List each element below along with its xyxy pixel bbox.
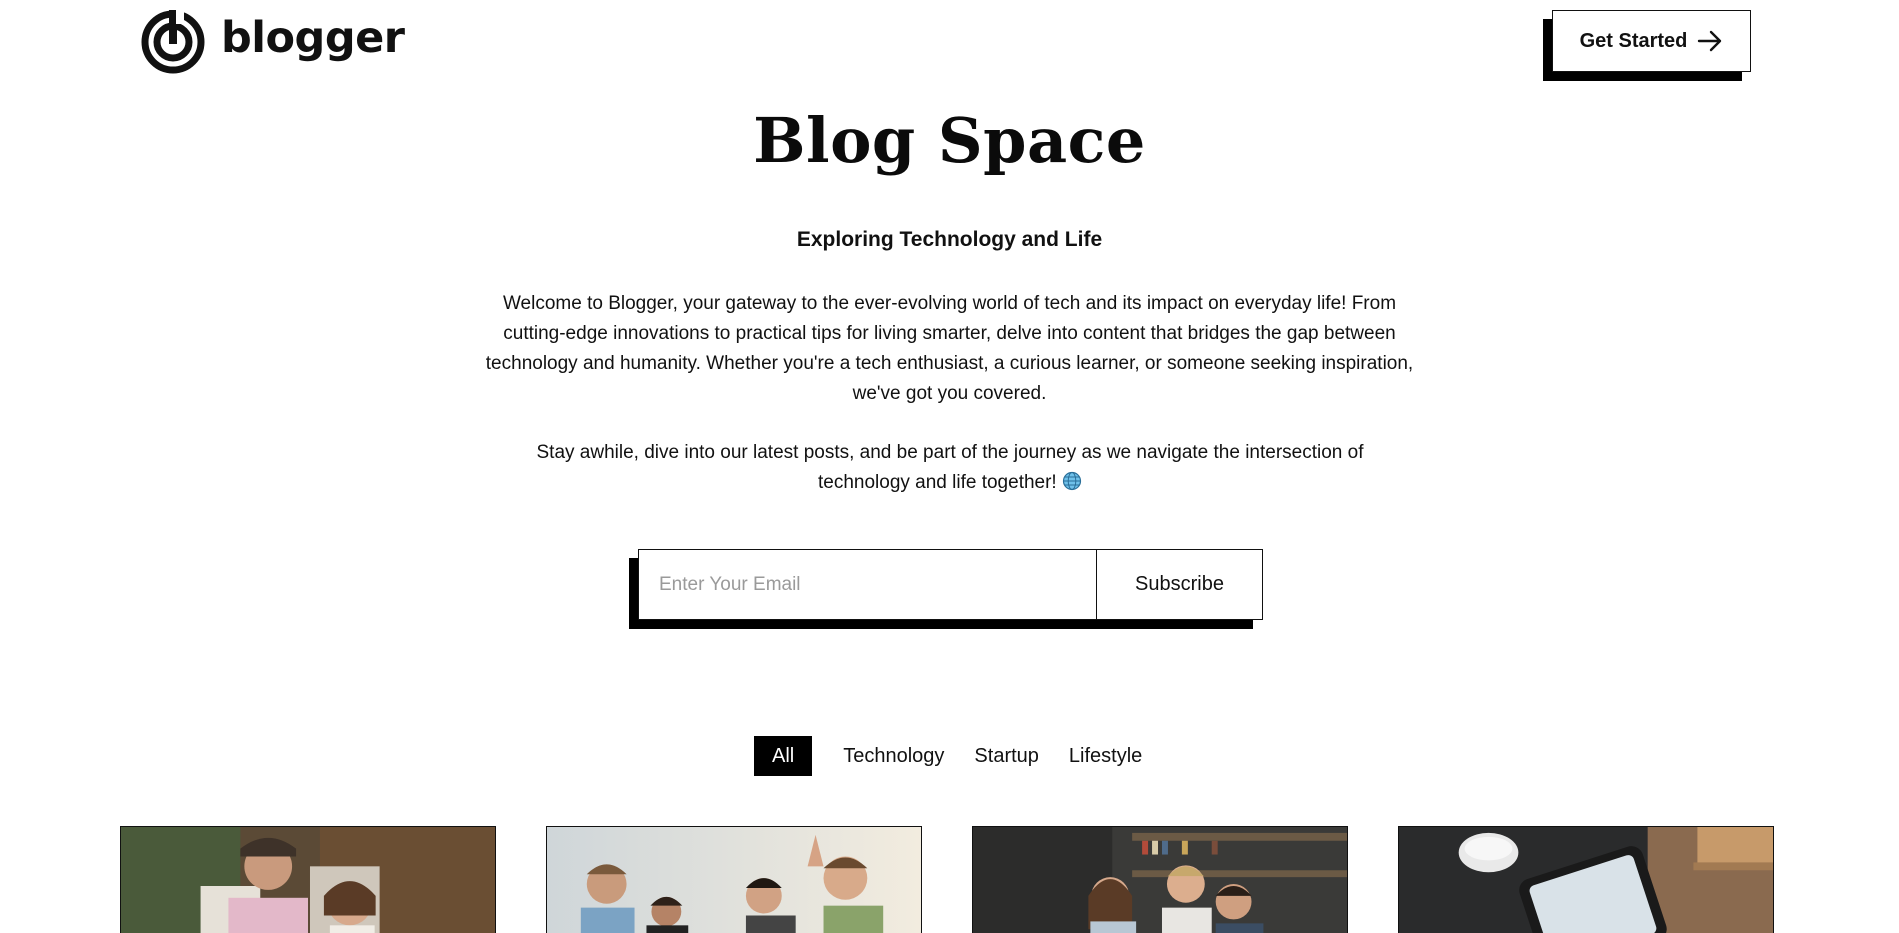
subscribe-form: Subscribe (629, 549, 1263, 629)
logo-text: blogger (221, 12, 405, 63)
filter-startup[interactable]: Startup (959, 736, 1053, 776)
blog-card-4[interactable] (1398, 826, 1774, 933)
arrow-right-icon (1698, 30, 1722, 52)
blog-card-1[interactable] (120, 826, 496, 933)
blog-card-2[interactable] (546, 826, 922, 933)
subscribe-button[interactable]: Subscribe (1097, 550, 1262, 619)
page-subtitle: Exploring Technology and Life (796, 228, 1103, 251)
man-and-woman-outdoors-photo (121, 827, 495, 933)
blog-card-3[interactable] (972, 826, 1348, 933)
intro-paragraph: Welcome to Blogger, your gateway to the … (485, 293, 1414, 404)
subscribe-box: Subscribe (638, 549, 1263, 620)
get-started-button[interactable]: Get Started (1552, 10, 1751, 72)
group-of-friends-sunny-photo (547, 827, 921, 933)
closing-paragraph: Stay awhile, dive into our latest posts,… (505, 438, 1395, 498)
tablet-and-mouse-on-desk-photo (1399, 827, 1773, 933)
people-working-at-laptops-photo (973, 827, 1347, 933)
filter-all[interactable]: All (754, 736, 813, 776)
closing-paragraph-text: Stay awhile, dive into our latest posts,… (536, 442, 1364, 493)
page-title: Blog Space (753, 104, 1146, 177)
globe-emoji-icon (1062, 471, 1082, 491)
email-input[interactable] (639, 550, 1097, 619)
blogger-logo-icon (141, 10, 205, 74)
category-filters: All Technology Startup Lifestyle (754, 736, 1157, 776)
filter-technology[interactable]: Technology (828, 736, 959, 776)
filter-lifestyle[interactable]: Lifestyle (1054, 736, 1157, 776)
get-started-label: Get Started (1579, 29, 1688, 52)
get-started-wrapper: Get Started (1543, 10, 1755, 81)
logo[interactable]: blogger (139, 6, 405, 74)
